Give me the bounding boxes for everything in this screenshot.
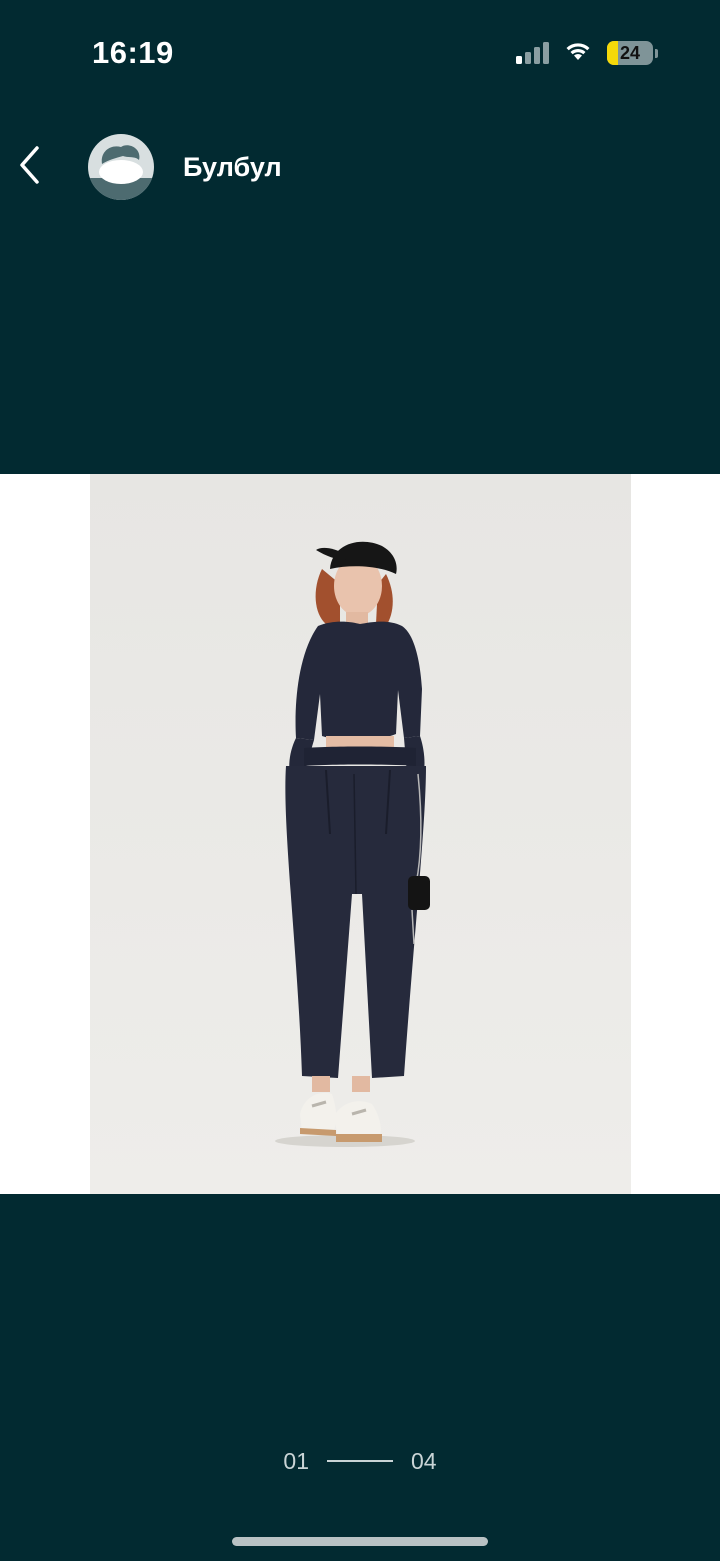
product-photo[interactable] — [90, 474, 631, 1194]
battery-level: 24 — [619, 42, 641, 63]
home-indicator[interactable] — [232, 1537, 488, 1546]
model-illustration — [90, 474, 631, 1194]
signal-strength-icon — [516, 42, 549, 64]
chevron-left-icon — [17, 145, 43, 190]
pager-total: 04 — [411, 1447, 437, 1474]
photo-pager: 01 04 — [0, 1444, 720, 1478]
default-avatar-icon — [88, 134, 154, 200]
battery-tip — [655, 48, 658, 58]
avatar[interactable] — [88, 134, 154, 200]
status-time: 16:19 — [92, 35, 174, 70]
pager-divider — [327, 1460, 393, 1462]
back-button[interactable] — [8, 142, 52, 192]
battery-icon: 24 — [607, 41, 653, 65]
photo-band — [0, 474, 720, 1194]
username: Булбул — [183, 152, 282, 182]
status-icons: 24 — [516, 38, 658, 68]
pager-current: 01 — [283, 1447, 309, 1474]
wifi-icon — [563, 40, 593, 67]
chat-header: Булбул — [0, 122, 720, 212]
